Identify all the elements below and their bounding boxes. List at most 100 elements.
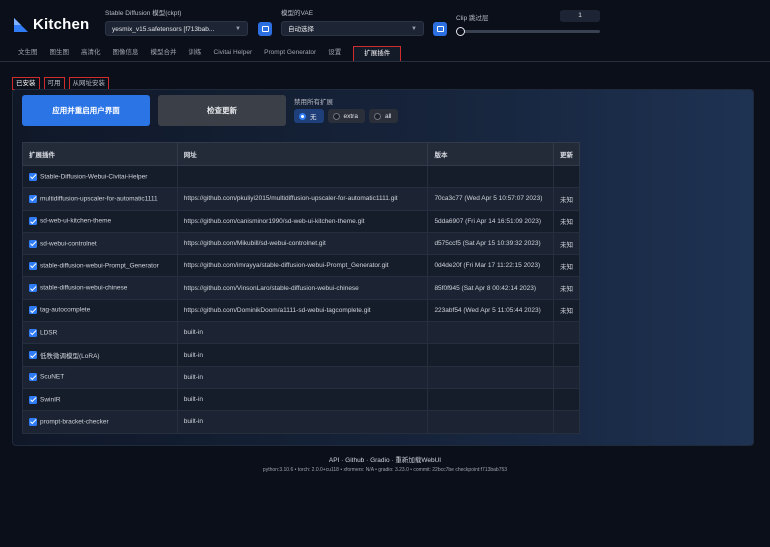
cell-version: 70ca3c77 (Wed Apr 5 10:57:07 2023) [427,187,554,211]
vae-label: 模型的VAE [281,10,314,17]
radio-all[interactable]: all [368,109,399,123]
tab-txt2img[interactable]: 文生图 [0,46,44,62]
extensions-table-body: Stable-Diffusion-Webui-Civitai-Helper mul… [22,164,580,434]
app-title: Kitchen [33,16,90,33]
clip-label: Clip 跳过层 [456,15,489,22]
radio-dot-icon [373,112,381,120]
cell-extension-name: sd-webui-controlnet [22,231,178,256]
cell-version: 85f0f945 (Sat Apr 8 00:42:14 2023) [427,276,554,300]
cell-version [427,365,554,389]
table-row: multidiffusion-upscaler-for-automatic111… [22,187,580,211]
cell-url[interactable]: https://github.com/pkuliyi2015/multidiff… [176,187,429,211]
cell-update-status [553,343,580,367]
table-header-row: 扩展插件 网址 版本 更新 [22,142,580,166]
cell-update-status [553,365,580,389]
cell-update-status: 未知 [553,254,580,278]
radio-dot-icon [299,112,306,120]
col-version: 版本 [427,142,554,166]
extension-enabled-checkbox[interactable] [29,194,37,203]
cell-url[interactable]: https://github.com/imrayya/stable-diffus… [176,254,429,278]
extension-name: SwinIR [40,396,61,404]
extensions-table: 扩展插件 网址 版本 更新 Stable-Diffusion-Webui-Civ… [22,142,580,434]
extension-enabled-checkbox[interactable] [29,395,37,404]
tab-settings[interactable]: 设置 [322,46,347,62]
extension-enabled-checkbox[interactable] [29,284,37,293]
cell-update-status: 未知 [553,276,580,300]
tab-png-info[interactable]: 图像信息 [107,46,145,62]
table-row: tag-autocomplete https://github.com/Domin… [22,298,580,323]
table-row: sd-webui-controlnet https://github.com/Mi… [22,231,580,256]
footer-version-info: python:3.10.6 • torch: 2.0.0+cu118 • xfo… [262,467,508,473]
table-row: Stable-Diffusion-Webui-Civitai-Helper [22,164,580,189]
cell-url: built-in [176,387,429,412]
extension-name: multidiffusion-upscaler-for-automatic111… [40,195,158,203]
extension-name: LDSR [40,329,58,337]
cell-extension-name: tag-autocomplete [22,298,178,323]
radio-none[interactable]: 无 [294,109,324,123]
chevron-down-icon: ▼ [411,26,417,32]
col-url: 网址 [176,142,429,166]
radio-label: 无 [310,114,317,121]
vae-refresh-button[interactable] [433,22,447,36]
cell-url[interactable]: https://github.com/VinsonLaro/stable-dif… [176,276,429,300]
cell-extension-name: prompt-bracket-checker [22,410,178,434]
tab-checkpoint-merger[interactable]: 模型合并 [145,46,183,62]
app-logo: Kitchen [14,16,89,33]
tab-civitai-helper[interactable]: Civitai Helper [208,46,259,62]
cell-extension-name: SwinIR [22,387,178,412]
tab-extensions[interactable]: 扩展插件 [353,46,402,61]
table-row: prompt-bracket-checker built-in [22,410,580,434]
extension-enabled-checkbox[interactable] [29,261,37,270]
tab-extras[interactable]: 高清化 [75,46,107,62]
cell-version: 223abf54 (Wed Apr 5 11:05:44 2023) [427,298,554,323]
vae-select[interactable]: 自动选择 ▼ [281,21,424,36]
main-tabs: 文生图 图生图 高清化 图像信息 模型合并 训练 Civitai Helper … [0,46,770,62]
radio-label: all [384,112,392,120]
extension-enabled-checkbox[interactable] [29,373,37,382]
footer-links[interactable]: API · Github · Gradio · 重新加载WebUI [0,454,770,464]
clip-skip-slider-thumb[interactable] [456,27,465,36]
cell-extension-name: ScuNET [22,365,178,389]
extension-enabled-checkbox[interactable] [29,417,37,426]
tab-prompt-generator[interactable]: Prompt Generator [258,46,322,62]
cell-url[interactable]: https://github.com/DominikDoom/a1111-sd-… [176,298,429,323]
chevron-down-icon: ▼ [235,26,241,32]
kitchen-logo-icon [14,17,28,32]
radio-label: extra [343,112,358,120]
ckpt-label: Stable Diffusion 模型(ckpt) [105,10,182,17]
extension-enabled-checkbox[interactable] [29,172,37,181]
check-updates-button[interactable]: 检查更新 [158,95,286,126]
cell-version [427,164,554,189]
ckpt-select[interactable]: yesmix_v15.safetensors [f713bab... ▼ [105,21,248,36]
refresh-icon [436,26,444,32]
cell-version [427,343,554,367]
tab-train[interactable]: 训练 [183,46,208,62]
cell-version [427,387,554,412]
extension-enabled-checkbox[interactable] [29,239,37,248]
cell-extension-name: stable-diffusion-webui-chinese [22,276,178,300]
clip-skip-input[interactable]: 1 [560,10,600,22]
clip-skip-slider-track[interactable] [460,30,600,33]
refresh-icon [261,26,269,32]
extension-enabled-checkbox[interactable] [29,328,37,337]
cell-update-status [553,387,580,412]
disable-all-radio-group: 无 extra all [294,109,399,123]
cell-update-status: 未知 [553,298,580,323]
extension-enabled-checkbox[interactable] [29,351,37,360]
extension-name: stable-diffusion-webui-chinese [40,284,128,292]
cell-extension-name: sd-web-ui-kitchen-theme [22,209,178,233]
apply-restart-button[interactable]: 应用并重启用户界面 [22,95,150,126]
ckpt-value: yesmix_v15.safetensors [f713bab... [112,26,215,33]
tab-img2img[interactable]: 图生图 [44,46,76,62]
ckpt-refresh-button[interactable] [258,22,272,36]
cell-extension-name: 低秩微调模型(LoRA) [22,343,178,367]
extension-enabled-checkbox[interactable] [29,306,37,315]
cell-url[interactable]: https://github.com/Mikubill/sd-webui-con… [176,231,429,256]
cell-url[interactable]: https://github.com/canisminor1990/sd-web… [176,209,429,233]
cell-update-status [553,410,580,434]
extension-enabled-checkbox[interactable] [29,217,37,226]
cell-extension-name: multidiffusion-upscaler-for-automatic111… [22,187,178,211]
radio-dot-icon [332,112,340,120]
radio-extra[interactable]: extra [327,109,365,123]
cell-url: built-in [176,365,429,389]
